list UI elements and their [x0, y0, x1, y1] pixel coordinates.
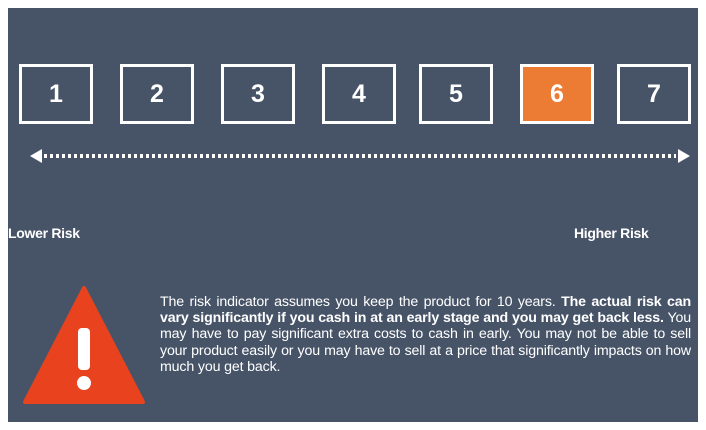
- risk-level-label: 7: [647, 79, 661, 108]
- higher-risk-label: Higher Risk: [574, 225, 649, 241]
- risk-level-label: 1: [49, 79, 63, 108]
- risk-level-5: 5: [419, 64, 493, 124]
- double-headed-dotted-arrow-icon: [28, 144, 692, 168]
- lower-risk-label: Lower Risk: [8, 225, 80, 241]
- risk-level-1: 1: [19, 64, 93, 124]
- description-intro: The risk indicator assumes you keep the …: [160, 294, 562, 310]
- risk-level-2: 2: [120, 64, 194, 124]
- risk-scale: 1 2 3 4 5 6 7: [19, 64, 699, 130]
- risk-level-3: 3: [221, 64, 295, 124]
- warning-triangle-icon: [22, 284, 146, 408]
- risk-description: The risk indicator assumes you keep the …: [160, 294, 691, 375]
- risk-level-4: 4: [322, 64, 396, 124]
- risk-level-label: 6: [550, 79, 564, 108]
- risk-level-label: 4: [352, 79, 366, 108]
- risk-level-label: 5: [449, 79, 463, 108]
- risk-level-label: 3: [251, 79, 265, 108]
- risk-level-7: 7: [617, 64, 691, 124]
- risk-indicator-panel: 1 2 3 4 5 6 7 Lower Risk Higher Risk The…: [8, 8, 698, 422]
- risk-level-label: 2: [150, 79, 164, 108]
- risk-level-6-selected: 6: [520, 64, 594, 124]
